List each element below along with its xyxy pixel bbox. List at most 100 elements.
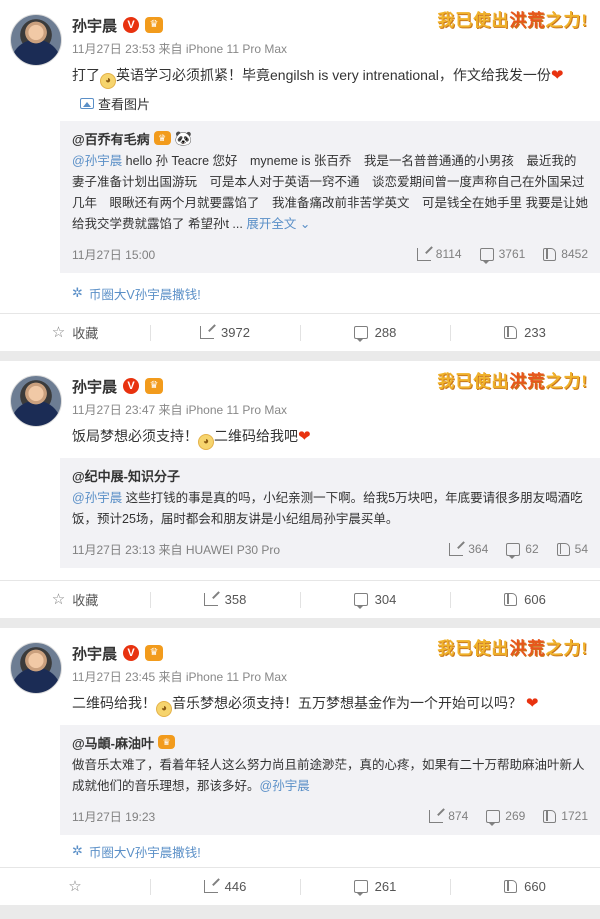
post-text-part: 二维码给我吧	[214, 428, 298, 444]
comment-button[interactable]: 261	[300, 868, 450, 905]
source-tag[interactable]: ✲ 币圈大V孙宇晨撒钱!	[72, 273, 600, 313]
mention-link[interactable]: @孙宇晨	[260, 779, 310, 793]
favorite-label: 收藏	[72, 326, 99, 341]
doge-emoji-icon: ◕	[156, 701, 172, 717]
post-header: 我已使出洪荒之力! 孙宇晨 V ♛ 11月27日 23:53 来自 iPhone…	[0, 0, 600, 113]
like-icon	[504, 326, 518, 339]
post-header: 我已使出洪荒之力! 孙宇晨 V ♛ 11月27日 23:47 来自 iPhone…	[0, 361, 600, 450]
repost-share-stat[interactable]: 874	[429, 809, 468, 823]
repost-author[interactable]: @百乔有毛病	[72, 129, 150, 148]
repost-stats: 8114 3761 8452	[416, 247, 588, 264]
like-count: 1721	[561, 809, 588, 823]
share-icon	[200, 326, 215, 339]
share-button[interactable]: 358	[150, 581, 300, 618]
slogan-highlight: 洪荒	[509, 372, 546, 391]
repost-footer: 11月27日 15:00 8114 3761 8452	[72, 245, 588, 264]
post-card: 我已使出洪荒之力! 孙宇晨 V ♛ 11月27日 23:47 来自 iPhone…	[0, 361, 600, 618]
like-count: 606	[524, 592, 546, 607]
repost-time: 11月27日 23:13 来自 HUAWEI P30 Pro	[72, 542, 281, 557]
post-text-part: 音乐梦想必须支持！五万梦想基金作为一个开始可以吗？	[172, 695, 522, 711]
comment-icon	[486, 809, 501, 826]
share-icon	[416, 247, 431, 261]
like-count: 660	[524, 879, 546, 894]
favorite-button[interactable]: ☆ 收藏	[0, 581, 150, 618]
like-button[interactable]: 233	[450, 314, 600, 351]
repost-comment-stat[interactable]: 62	[506, 542, 539, 559]
share-button[interactable]: 3972	[150, 314, 300, 351]
repost-share-stat[interactable]: 8114	[416, 247, 462, 261]
vip-crown-icon[interactable]: ♛	[145, 645, 164, 661]
comment-button[interactable]: 304	[300, 581, 450, 618]
post-text: 打了 ◕ 英语学习必须抓紧！毕竟engilsh is very intrenatio…	[72, 64, 588, 89]
share-icon	[203, 880, 218, 893]
like-icon	[556, 542, 570, 556]
action-bar: ☆ 收藏 3972 288 233	[0, 313, 600, 351]
vip-crown-icon[interactable]: ♛	[145, 17, 164, 33]
comment-icon	[506, 542, 521, 559]
v-verified-icon: V	[123, 645, 140, 661]
star-icon: ☆	[51, 324, 66, 341]
repost-author[interactable]: @马頔-麻油叶	[72, 733, 154, 752]
avatar[interactable]	[10, 642, 62, 694]
doge-emoji-icon: ◕	[198, 434, 214, 450]
sparkle-icon: ✲	[72, 285, 83, 300]
chevron-down-icon: ⌄	[299, 217, 311, 231]
share-count: 358	[224, 592, 247, 607]
expand-full-text-link[interactable]: 展开全文 ⌄	[246, 217, 310, 231]
v-verified-icon: V	[123, 17, 140, 33]
post-card: 我已使出洪荒之力! 孙宇晨 V ♛ 11月27日 23:53 来自 iPhone…	[0, 0, 600, 351]
share-count: 3972	[221, 325, 250, 340]
avatar[interactable]	[10, 375, 62, 427]
slogan-banner: 我已使出洪荒之力!	[437, 367, 588, 392]
vip-crown-icon[interactable]: ♛	[145, 378, 164, 394]
like-button[interactable]: 606	[450, 581, 600, 618]
author-name[interactable]: 孙宇晨	[72, 643, 117, 664]
repost-share-stat[interactable]: 364	[449, 542, 488, 556]
repost-stats: 364 62 54	[449, 542, 588, 559]
repost-author[interactable]: @纪中展-知识分子	[72, 466, 180, 485]
like-count: 8452	[561, 247, 588, 261]
view-pictures-link[interactable]: 查看图片	[80, 93, 600, 113]
author-name[interactable]: 孙宇晨	[72, 15, 117, 36]
repost-like-stat[interactable]: 8452	[543, 247, 588, 261]
comment-count: 304	[374, 592, 397, 607]
image-icon	[80, 97, 94, 109]
like-icon	[504, 880, 518, 893]
comment-icon	[479, 247, 494, 264]
post-text: 饭局梦想必须支持！ ◕ 二维码给我吧❤	[72, 425, 588, 450]
repost-like-stat[interactable]: 54	[556, 542, 588, 556]
slogan-highlight: 洪荒	[509, 639, 546, 658]
repost-comment-stat[interactable]: 3761	[479, 247, 525, 264]
slogan-prefix: 我已使出	[437, 11, 510, 30]
avatar[interactable]	[10, 14, 62, 66]
favorite-button[interactable]: ☆	[0, 868, 150, 905]
slogan-suffix: 之力!	[545, 639, 588, 658]
share-icon	[449, 542, 464, 556]
view-pictures-label: 查看图片	[98, 96, 151, 112]
heart-emoji-icon: ❤	[525, 695, 539, 712]
comment-icon	[353, 326, 368, 342]
like-icon	[504, 593, 518, 606]
favorite-button[interactable]: ☆ 收藏	[0, 314, 150, 351]
mention-link[interactable]: @孙宇晨	[72, 154, 122, 168]
mention-link[interactable]: @孙宇晨	[72, 491, 122, 505]
comment-count: 261	[374, 879, 397, 894]
doge-emoji-icon: ◕	[100, 73, 116, 89]
like-icon	[543, 247, 557, 261]
repost-stats: 874 269 1721	[429, 809, 588, 826]
post-text: 二维码给我！ ◕ 音乐梦想必须支持！五万梦想基金作为一个开始可以吗？ ❤	[72, 692, 588, 717]
author-name[interactable]: 孙宇晨	[72, 376, 117, 397]
comment-button[interactable]: 288	[300, 314, 450, 351]
repost-box: @马頔-麻油叶 ♛ 做音乐太难了，看着年轻人这么努力尚且前途渺茫，真的心疼，如果…	[60, 725, 600, 835]
share-button[interactable]: 446	[150, 868, 300, 905]
repost-box: @百乔有毛病 ♛ 🐼 @孙宇晨 hello 孙 Teacre 您好 myneme…	[60, 121, 600, 273]
source-tag[interactable]: ✲ 币圈大V孙宇晨撒钱!	[72, 835, 600, 867]
repost-like-stat[interactable]: 1721	[543, 809, 588, 823]
like-icon	[543, 809, 557, 823]
repost-comment-stat[interactable]: 269	[486, 809, 526, 826]
comment-count: 269	[505, 809, 526, 823]
vip-crown-icon: ♛	[158, 735, 176, 749]
like-button[interactable]: 660	[450, 868, 600, 905]
repost-body: hello 孙 Teacre 您好 myneme is 张百乔 我是一名普普通通…	[72, 154, 588, 231]
vip-crown-icon: ♛	[153, 131, 171, 145]
